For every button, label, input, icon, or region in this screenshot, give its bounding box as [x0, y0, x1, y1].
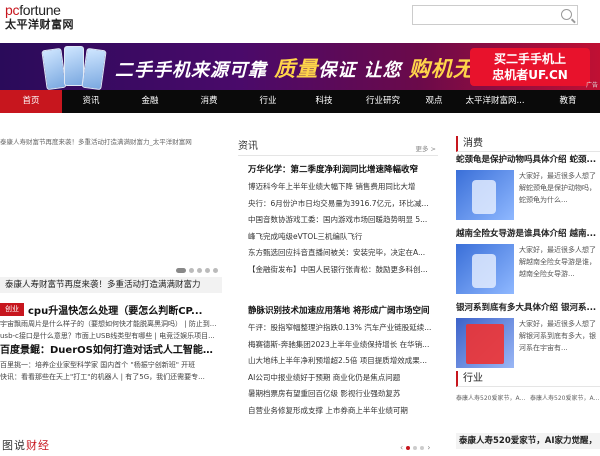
article-card[interactable]: 大家好，最近很多人想了解银河系到底有多大，银河系在宇宙有... — [456, 318, 600, 370]
nav-item-opinion[interactable]: 观点 — [416, 90, 452, 113]
sub-link[interactable]: 快讯：看看那些在天上"打工"的机器人 — [0, 373, 118, 381]
article-summary: 大家好，最近很多人想了解越南全险女导游是谁，越南全险女导游... — [519, 246, 596, 278]
carousel-dots[interactable] — [176, 268, 218, 273]
industry-section: 行业 泰康人寿520爱家节，AI家力觉醒... 泰康人寿520爱家节，AI家力觉… — [456, 371, 600, 449]
banner-cta-button[interactable]: 买二手手机上 忠机者UF.CN — [470, 48, 590, 86]
search-icon[interactable] — [561, 9, 572, 20]
list-item[interactable]: 自营业务修复形成支撑 上市券商上半年业绩可期 — [248, 403, 438, 420]
logo-chinese-name: 太平洋财富网 — [5, 18, 74, 31]
headline-link[interactable]: 泰康人寿520爱家节，AI家力觉醒， — [456, 433, 600, 449]
carousel-dot[interactable] — [189, 268, 194, 273]
article-card[interactable]: 大家好，最近很多人想了解蛇颈龟是保护动物吗，蛇颈龟为什么... — [456, 170, 600, 222]
sub-links: 快讯：看看那些在天上"打工"的机器人 | 有了5G，我们还需要专... — [0, 373, 205, 381]
sub-link[interactable]: 百里挑一：培养企业家型科学家 国内首个 — [0, 361, 128, 369]
carousel-dot[interactable] — [213, 268, 218, 273]
industry-image[interactable]: 泰康人寿520爱家节，AI家力觉醒... — [456, 393, 526, 423]
sub-links: usb-c接口是什么意思？市面上USB线类型有哪些 | 电竞泛娱乐项目... — [0, 332, 215, 340]
search-input[interactable] — [413, 6, 553, 24]
list-item[interactable]: 创业 cpu升温快怎么处理（要怎么判断CP... — [0, 301, 222, 318]
category-tag[interactable]: 创业 — [0, 303, 24, 316]
section-title: 行业 — [456, 371, 600, 387]
headline-link[interactable]: 万华化学：第二季度净利润同比增速降幅收窄 — [248, 162, 438, 179]
article-thumbnail[interactable] — [456, 170, 514, 220]
news-list-2: 静脉识别技术加速应用落地 将形成广阔市场空间 午评：股指窄幅整理沪指跌0.13%… — [248, 303, 438, 419]
headline-link[interactable]: cpu升温快怎么处理（要怎么判断CP... — [28, 302, 202, 317]
pager-dot[interactable] — [413, 445, 418, 450]
list-item[interactable]: 【金融街发布】中国人民银行张青松：鼓励更多科创... — [248, 262, 438, 279]
list-item[interactable]: 梅赛德斯-奔驰集团2023上半年业绩保持增长 在华销... — [248, 337, 438, 354]
list-item[interactable]: 峰飞完成吨级eVTOL三机编队飞行 — [248, 229, 438, 246]
nav-item-tpy-fortune[interactable]: 太平洋财富网... — [452, 90, 538, 113]
article-thumbnail[interactable] — [456, 318, 514, 368]
nav-item-industry[interactable]: 行业 — [238, 90, 298, 113]
list-item[interactable]: 山大地纬上半年净利预增超2.5倍 项目提质增效成果... — [248, 353, 438, 370]
list-item[interactable]: AI公司中报业绩好于预期 商业化仍是焦点问题 — [248, 370, 438, 387]
list-item[interactable]: 午评：股指窄幅整理沪指跌0.13% 汽车产业链股延续... — [248, 320, 438, 337]
prev-arrow-icon[interactable]: ‹ — [400, 443, 403, 452]
nav-item-news[interactable]: 资讯 — [62, 90, 120, 113]
card-title-link[interactable]: 蛇颈龟是保护动物吗具体介绍 蛇颈... — [456, 152, 600, 168]
nav-item-finance[interactable]: 金融 — [120, 90, 180, 113]
sub-link[interactable]: 防止到... — [189, 320, 217, 328]
sub-link[interactable]: 宇宙飘雨周片是什么样子的（要想如何快才能脱离黑洞吗） — [0, 320, 182, 328]
section-title: 消费 — [456, 136, 600, 152]
nav-item-consumer[interactable]: 消费 — [180, 90, 238, 113]
section-header-news: 资讯 更多 > — [238, 138, 438, 156]
hero-image[interactable] — [2, 148, 220, 276]
card-title-link[interactable]: 越南全险女导游是谁具体介绍 越南... — [456, 226, 600, 242]
more-link[interactable]: 更多 > — [415, 143, 436, 153]
sub-links: 百里挑一：培养企业家型科学家 国内首个 "杨振宁创新班" 开班 — [0, 359, 222, 371]
sub-links: 宇宙飘雨周片是什么样子的（要想如何快才能脱离黑洞吗） | 防止到... — [0, 320, 217, 328]
list-item[interactable]: 央行：6月份沪市日均交易量为3916.7亿元，环比减... — [248, 196, 438, 213]
news-list-1: 万华化学：第二季度净利润同比增速降幅收窄 博迈科今年上半年业绩大幅下降 销售费用… — [248, 162, 438, 278]
carousel-dot[interactable] — [205, 268, 210, 273]
site-logo[interactable]: pcfortune 太平洋财富网 — [5, 3, 85, 35]
list-item[interactable]: 暑期档票房有望重回百亿级 影视行业强劲复苏 — [248, 386, 438, 403]
consumer-section: 消费 蛇颈龟是保护动物吗具体介绍 蛇颈... 大家好，最近很多人想了解蛇颈龟是保… — [456, 136, 600, 374]
cta-line-2: 忠机者UF.CN — [492, 68, 568, 82]
article-card[interactable]: 大家好，最近很多人想了解越南全险女导游是谁，越南全险女导游... — [456, 244, 600, 296]
sub-link[interactable]: usb-c接口是什么意思？市面上USB线类型有哪些 — [0, 332, 152, 340]
ad-label: 广告 — [585, 82, 598, 89]
search-box[interactable] — [412, 5, 578, 25]
phones-image — [40, 45, 110, 90]
hero-caption[interactable]: 泰康人寿财富节再度来袭！多重活动打造满满财富力 — [0, 277, 222, 293]
main-nav: 首页 资讯 金融 消费 行业 科技 行业研究 观点 太平洋财富网... 教育 — [0, 90, 600, 113]
hero-image-alt: 泰康人寿财富节再度来袭！多重活动打造满满财富力_太平洋财富网 — [0, 138, 192, 146]
headline-link[interactable]: 静脉识别技术加速应用落地 将形成广阔市场空间 — [248, 303, 438, 320]
nav-item-education[interactable]: 教育 — [538, 90, 598, 113]
pager-dot[interactable] — [420, 445, 425, 450]
list-item[interactable]: 东方甄选回应抖音直播间被关：安装完毕，决定在A... — [248, 245, 438, 262]
next-arrow-icon[interactable]: › — [427, 443, 430, 452]
card-title-link[interactable]: 银河系到底有多大具体介绍 银河系... — [456, 300, 600, 316]
headline-link[interactable]: 百度景鲲：DuerOS如何打造对话式人工智能生... — [0, 342, 222, 359]
nav-item-home[interactable]: 首页 — [0, 90, 62, 113]
section-title: 资讯 — [238, 141, 258, 152]
industry-images: 泰康人寿520爱家节，AI家力觉醒... 泰康人寿520爱家节，AI家力觉醒..… — [456, 393, 600, 423]
pager-dot[interactable] — [406, 445, 411, 450]
sub-link[interactable]: "杨振宁创新班" 开班 — [130, 361, 195, 369]
pager: ‹ › — [400, 443, 430, 452]
list-item[interactable]: 中国音数协游戏工委：国内游戏市场回暖趋势明显 5... — [248, 212, 438, 229]
carousel-dot[interactable] — [197, 268, 202, 273]
article-summary: 大家好，最近很多人想了解银河系到底有多大，银河系在宇宙有... — [519, 320, 596, 352]
article-summary: 大家好，最近很多人想了解蛇颈龟是保护动物吗，蛇颈龟为什么... — [519, 172, 596, 204]
ad-banner[interactable]: 二手手机来源可靠 质量保证 让您 购机无忧 买二手手机上 忠机者UF.CN 广告 — [0, 43, 600, 90]
hero-carousel[interactable]: 泰康人寿财富节再度来袭！多重活动打造满满财富力_太平洋财富网 泰康人寿财富节再度… — [0, 138, 222, 293]
sub-link[interactable]: 电竞泛娱乐项目... — [159, 332, 215, 340]
left-news-list: 创业 cpu升温快怎么处理（要怎么判断CP... 宇宙飘雨周片是什么样子的（要想… — [0, 301, 222, 383]
section-title-tushuo[interactable]: 图说财经 — [2, 437, 50, 453]
carousel-dot[interactable] — [176, 268, 186, 273]
logo-wordmark: pcfortune — [5, 2, 61, 18]
list-item[interactable]: 博迈科今年上半年业绩大幅下降 销售费用同比大增 — [248, 179, 438, 196]
sub-link[interactable]: 有了5G，我们还需要专... — [125, 373, 205, 381]
industry-image[interactable]: 泰康人寿520爱家节，AI家力觉醒... — [530, 393, 600, 423]
nav-item-tech[interactable]: 科技 — [298, 90, 350, 113]
cta-line-1: 买二手手机上 — [493, 52, 566, 66]
banner-slogan: 二手手机来源可靠 质量保证 让您 购机无忧 — [115, 57, 497, 81]
nav-item-research[interactable]: 行业研究 — [350, 90, 416, 113]
article-thumbnail[interactable] — [456, 244, 514, 294]
